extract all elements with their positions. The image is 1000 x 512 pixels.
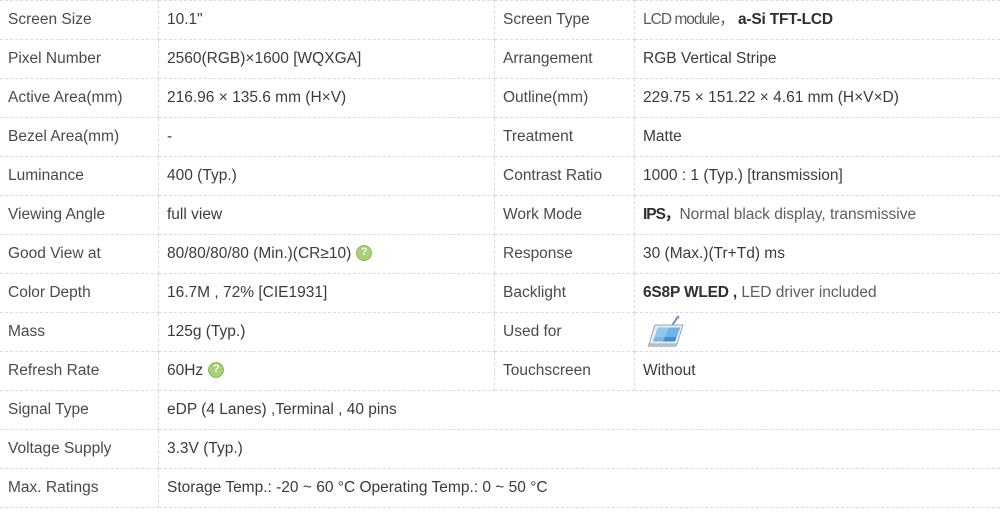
- row-label-bezel-area: Bezel Area(mm): [0, 117, 159, 157]
- row-label-arrangement: Arrangement: [494, 39, 635, 79]
- row-label-signal-type: Signal Type: [0, 390, 159, 430]
- row-value-luminance: 400 (Typ.): [158, 156, 495, 196]
- table-row: Luminance 400 (Typ.) Contrast Ratio 1000…: [0, 156, 1000, 196]
- row-value-viewing-angle: full view: [158, 195, 495, 235]
- backlight-driver-text: LED driver included: [741, 284, 877, 302]
- row-label-work-mode: Work Mode: [494, 195, 635, 235]
- row-value-screen-type: LCD module， a-Si TFT-LCD: [634, 0, 1000, 40]
- table-row: Color Depth 16.7M , 72% [CIE1931] Backli…: [0, 273, 1000, 313]
- table-row: Good View at 80/80/80/80 (Min.)(CR≥10) R…: [0, 234, 1000, 274]
- row-label-good-view-at: Good View at: [0, 234, 159, 274]
- row-label-pixel-number: Pixel Number: [0, 39, 159, 79]
- row-value-mass: 125g (Typ.): [158, 312, 495, 352]
- row-label-active-area: Active Area(mm): [0, 78, 159, 118]
- row-label-refresh-rate: Refresh Rate: [0, 351, 159, 391]
- row-label-luminance: Luminance: [0, 156, 159, 196]
- table-row: Refresh Rate 60Hz Touchscreen Without: [0, 351, 1000, 391]
- help-question-icon[interactable]: [356, 245, 373, 262]
- row-value-active-area: 216.96 × 135.6 mm (H×V): [158, 78, 495, 118]
- table-row: Voltage Supply 3.3V (Typ.): [0, 429, 1000, 469]
- table-row: Bezel Area(mm) - Treatment Matte: [0, 117, 1000, 157]
- table-row: Mass 125g (Typ.) Used for: [0, 312, 1000, 352]
- table-row: Active Area(mm) 216.96 × 135.6 mm (H×V) …: [0, 78, 1000, 118]
- row-label-mass: Mass: [0, 312, 159, 352]
- row-value-max-ratings: Storage Temp.: -20 ~ 60 °C Operating Tem…: [158, 468, 1000, 508]
- row-label-used-for: Used for: [494, 312, 635, 352]
- good-view-at-text: 80/80/80/80 (Min.)(CR≥10): [167, 245, 352, 263]
- row-value-work-mode: IPS，Normal black display, transmissive: [634, 195, 1000, 235]
- row-value-touchscreen: Without: [634, 351, 1000, 391]
- backlight-type-text: 6S8P WLED ,: [643, 284, 737, 302]
- row-value-refresh-rate: 60Hz: [158, 351, 495, 391]
- table-row: Max. Ratings Storage Temp.: -20 ~ 60 °C …: [0, 468, 1000, 508]
- row-value-voltage-supply: 3.3V (Typ.): [158, 429, 1000, 469]
- row-value-bezel-area: -: [158, 117, 495, 157]
- row-value-used-for: [634, 312, 1000, 352]
- work-mode-detail-text: Normal black display, transmissive: [679, 206, 917, 224]
- row-label-viewing-angle: Viewing Angle: [0, 195, 159, 235]
- row-label-voltage-supply: Voltage Supply: [0, 429, 159, 469]
- row-label-backlight: Backlight: [494, 273, 635, 313]
- row-value-contrast-ratio: 1000 : 1 (Typ.) [transmission]: [634, 156, 1000, 196]
- row-label-max-ratings: Max. Ratings: [0, 468, 159, 508]
- row-label-screen-type: Screen Type: [494, 0, 635, 40]
- row-label-treatment: Treatment: [494, 117, 635, 157]
- refresh-rate-text: 60Hz: [167, 362, 204, 380]
- table-row: Viewing Angle full view Work Mode IPS，No…: [0, 195, 1000, 235]
- row-value-treatment: Matte: [634, 117, 1000, 157]
- row-label-outline: Outline(mm): [494, 78, 635, 118]
- row-value-pixel-number: 2560(RGB)×1600 [WQXGA]: [158, 39, 495, 79]
- tablet-pc-icon: [643, 315, 691, 349]
- row-value-good-view-at: 80/80/80/80 (Min.)(CR≥10): [158, 234, 495, 274]
- table-row: Screen Size 10.1" Screen Type LCD module…: [0, 0, 1000, 40]
- row-value-screen-size: 10.1": [158, 0, 495, 40]
- specification-table-body: Screen Size 10.1" Screen Type LCD module…: [0, 0, 1000, 508]
- table-row: Pixel Number 2560(RGB)×1600 [WQXGA] Arra…: [0, 39, 1000, 79]
- row-value-color-depth: 16.7M , 72% [CIE1931]: [158, 273, 495, 313]
- table-row: Signal Type eDP (4 Lanes) ,Terminal , 40…: [0, 390, 1000, 430]
- row-label-response: Response: [494, 234, 635, 274]
- row-value-arrangement: RGB Vertical Stripe: [634, 39, 1000, 79]
- row-value-backlight: 6S8P WLED , LED driver included: [634, 273, 1000, 313]
- work-mode-ips-text: IPS，: [643, 206, 680, 224]
- screen-type-module-text: LCD module，: [643, 11, 735, 29]
- row-value-response: 30 (Max.)(Tr+Td) ms: [634, 234, 1000, 274]
- help-question-icon[interactable]: [208, 362, 225, 379]
- row-value-signal-type: eDP (4 Lanes) ,Terminal , 40 pins: [158, 390, 1000, 430]
- screen-type-panel-text: a-Si TFT-LCD: [737, 11, 833, 29]
- row-label-touchscreen: Touchscreen: [494, 351, 635, 391]
- row-label-screen-size: Screen Size: [0, 0, 159, 40]
- row-label-color-depth: Color Depth: [0, 273, 159, 313]
- row-label-contrast-ratio: Contrast Ratio: [494, 156, 635, 196]
- row-value-outline: 229.75 × 151.22 × 4.61 mm (H×V×D): [634, 78, 1000, 118]
- specification-table: Screen Size 10.1" Screen Type LCD module…: [0, 0, 1000, 508]
